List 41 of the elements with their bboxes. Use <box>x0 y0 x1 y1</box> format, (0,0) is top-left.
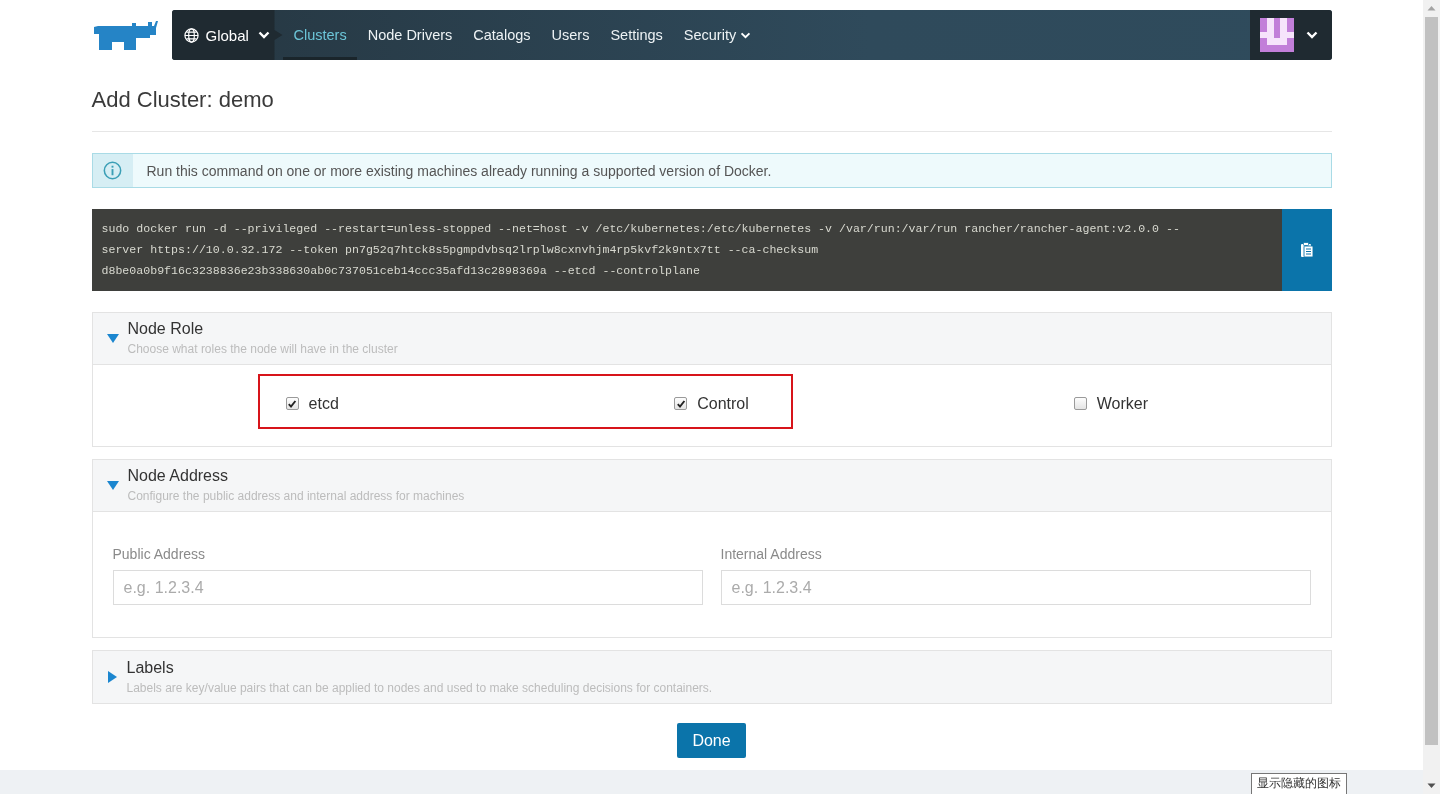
copy-button[interactable] <box>1281 209 1332 291</box>
checkbox-label: Control <box>697 394 749 413</box>
checkbox-label: Worker <box>1096 394 1148 413</box>
accordion-header[interactable]: Node Role Choose what roles the node will have in the cluster <box>92 313 1331 365</box>
user-menu[interactable] <box>1249 10 1332 60</box>
section-title: Labels <box>126 658 175 677</box>
done-button[interactable]: Done <box>677 723 746 758</box>
section-title: Node Role <box>127 320 205 338</box>
avatar-icon <box>1259 18 1294 52</box>
nav-tab[interactable]: Users <box>541 10 600 60</box>
nav-tab[interactable]: Security <box>673 10 762 60</box>
text-input[interactable]: e.g. 1.2.3.4 <box>112 570 703 605</box>
field-label: Internal Address <box>720 545 823 563</box>
tooltip: 显示隐藏的图标 <box>1251 773 1347 794</box>
checkbox[interactable] <box>285 397 299 410</box>
clipboard-icon <box>1299 242 1314 258</box>
text-input[interactable]: e.g. 1.2.3.4 <box>720 570 1311 605</box>
page-title: Add Cluster: demo <box>91 86 275 114</box>
section-subtitle: Labels are key/value pairs that can be applied to nodes and used to make scheduling decisions for containers. <box>126 680 713 696</box>
nav-tab[interactable]: Catalogs <box>462 10 542 60</box>
checkbox-label: etcd <box>308 394 339 413</box>
command-text: sudo docker run -d --privileged --restart=unless-stopped --net=host -v /etc/kubernetes:/etc/kubernetes -v /var/run:/var/run rancher/rancher-agent:v2.0.0 --server https://10.0.32.172 --token pn7g52q7htck8s5pgmpdvbsq2lrplw8cxnvhjm4rp5kvf2k9ntx7tt --ca-checksum d8be0a0b9f16c3238836e23b338630ab0c737051ceb14ccc35afd13c2898369a --etcd --controlplane <box>100 221 1181 279</box>
cow-logo[interactable] <box>91 18 160 52</box>
scrollbar-thumb[interactable] <box>1425 17 1438 745</box>
nav-tab[interactable]: Settings <box>599 10 674 60</box>
section-subtitle: Configure the public address and internal address for machines <box>127 489 465 504</box>
scope-menu[interactable]: Global <box>171 10 283 60</box>
globe-icon <box>183 27 199 43</box>
chevron-down-icon <box>257 31 270 39</box>
info-text: Run this command on one or more existing machines already running a supported version of Docker. <box>146 162 772 179</box>
section-title: Node Address <box>127 467 229 485</box>
section-subtitle: Choose what roles the node will have in the cluster <box>127 342 398 357</box>
info-icon <box>103 161 122 180</box>
nav-tab[interactable]: Clusters <box>282 10 358 60</box>
accordion-header[interactable]: Node Address Configure the public address and internal address for machines <box>92 460 1331 512</box>
chevron-down-icon <box>1305 31 1318 39</box>
field-label: Public Address <box>112 545 207 563</box>
checkbox[interactable] <box>674 397 688 410</box>
nav-tab[interactable]: Node Drivers <box>357 10 463 60</box>
accordion-header[interactable]: Labels Labels are key/value pairs that can be applied to nodes and used to make scheduling decisions for containers. <box>92 651 1331 703</box>
checkbox[interactable] <box>1073 397 1087 410</box>
